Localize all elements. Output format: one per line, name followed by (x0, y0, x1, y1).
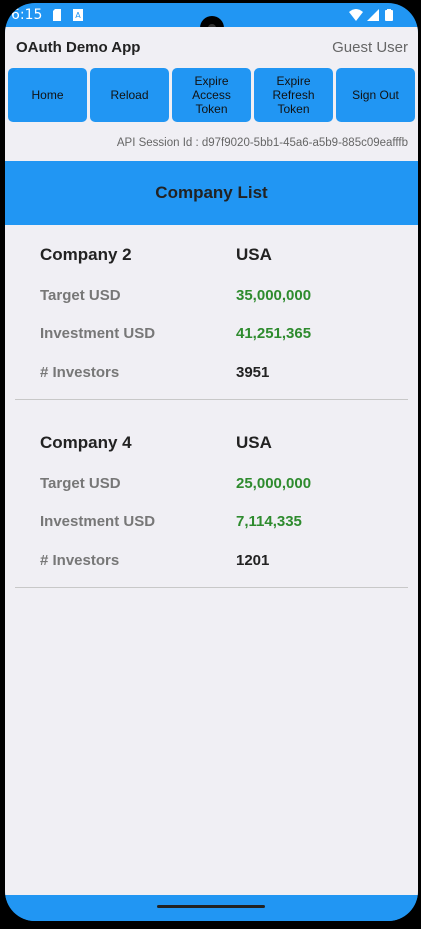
company-name-row: Company 4 USA (40, 433, 370, 457)
company-country: USA (236, 245, 272, 264)
user-name: Guest User (332, 39, 408, 56)
app-bar: OAuth Demo App Guest User (5, 27, 418, 67)
wifi-icon (349, 9, 363, 21)
target-value: 35,000,000 (236, 287, 312, 304)
company-country: USA (236, 433, 272, 452)
target-value: 25,000,000 (236, 475, 312, 492)
divider (15, 399, 408, 400)
svg-text:A: A (75, 11, 81, 20)
investment-label: Investment USD (40, 325, 156, 342)
investors-label: # Investors (40, 552, 120, 569)
target-row: Target USD 25,000,000 (40, 475, 370, 499)
home-button[interactable]: Home (8, 68, 87, 122)
investors-value: 3951 (236, 364, 270, 381)
investment-row: Investment USD 7,114,335 (40, 513, 370, 537)
battery-icon (385, 9, 393, 21)
app-title: OAuth Demo App (16, 39, 141, 56)
reload-button[interactable]: Reload (90, 68, 169, 122)
company-list-header: Company List (5, 161, 418, 225)
notification-icon: A (73, 9, 83, 21)
device-frame: 6:15 A OAuth Demo App Guest User Home Re… (5, 3, 418, 921)
investment-row: Investment USD 41,251,365 (40, 325, 370, 349)
target-label: Target USD (40, 475, 121, 492)
target-label: Target USD (40, 287, 121, 304)
investors-label: # Investors (40, 364, 120, 381)
divider (15, 587, 408, 588)
sign-out-button[interactable]: Sign Out (336, 68, 415, 122)
company-name-row: Company 2 USA (40, 245, 370, 269)
expire-access-token-button[interactable]: Expire Access Token (172, 68, 251, 122)
app-screen: OAuth Demo App Guest User Home Reload Ex… (5, 27, 418, 895)
sim-card-icon (53, 9, 61, 21)
home-gesture-bar[interactable] (157, 905, 265, 908)
expire-refresh-token-button[interactable]: Expire Refresh Token (254, 68, 333, 122)
company-name: Company 2 (40, 245, 132, 264)
investors-value: 1201 (236, 552, 270, 569)
signal-icon (367, 9, 379, 21)
investors-row: # Investors 3951 (40, 364, 370, 388)
session-id: API Session Id : d97f9020-5bb1-45a6-a5b9… (116, 137, 408, 149)
investment-value: 41,251,365 (236, 325, 312, 342)
company-name: Company 4 (40, 433, 132, 452)
navigation-bar (5, 895, 418, 921)
investment-label: Investment USD (40, 513, 156, 530)
investment-value: 7,114,335 (236, 513, 302, 530)
target-row: Target USD 35,000,000 (40, 287, 370, 311)
status-time: 6:15 (11, 7, 43, 23)
investors-row: # Investors 1201 (40, 552, 370, 576)
